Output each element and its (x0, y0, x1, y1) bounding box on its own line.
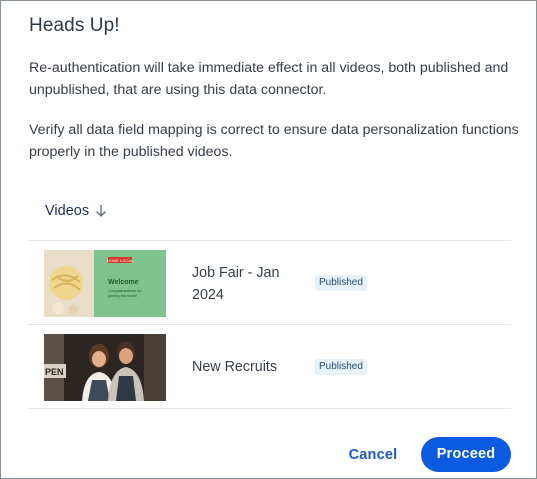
reauth-warning-text: Re-authentication will take immediate ef… (29, 60, 509, 98)
thumb-brand-text: HOME LOCAL (107, 258, 134, 263)
thumb-welcome-text: Welcome (108, 279, 139, 286)
cancel-button[interactable]: Cancel (345, 444, 401, 466)
table-row[interactable]: PEN New Recruits Published (29, 325, 511, 408)
status-badge: Published (315, 359, 367, 375)
table-row[interactable]: HOME LOCAL Welcome Congratulations on jo… (29, 241, 511, 324)
video-name: New Recruits (192, 359, 278, 375)
dialog-title: Heads Up! (29, 15, 120, 36)
heads-up-dialog: Heads Up! Re-authentication will take im… (0, 0, 537, 479)
video-thumbnail: HOME LOCAL Welcome Congratulations on jo… (44, 250, 166, 317)
thumb-team-text: joining the team! (107, 293, 137, 298)
arrow-down-icon (95, 204, 107, 218)
table-divider (29, 408, 511, 409)
status-badge: Published (315, 275, 367, 291)
video-name: Job Fair - Jan 2024 (192, 265, 280, 303)
videos-column-label: Videos (45, 203, 90, 219)
thumb-sign-text: PEN (45, 367, 64, 377)
proceed-button[interactable]: Proceed (421, 437, 511, 472)
video-thumbnail: PEN (44, 334, 166, 401)
verify-mapping-text: Verify all data field mapping is correct… (29, 122, 519, 160)
videos-column-header[interactable]: Videos (45, 203, 107, 219)
